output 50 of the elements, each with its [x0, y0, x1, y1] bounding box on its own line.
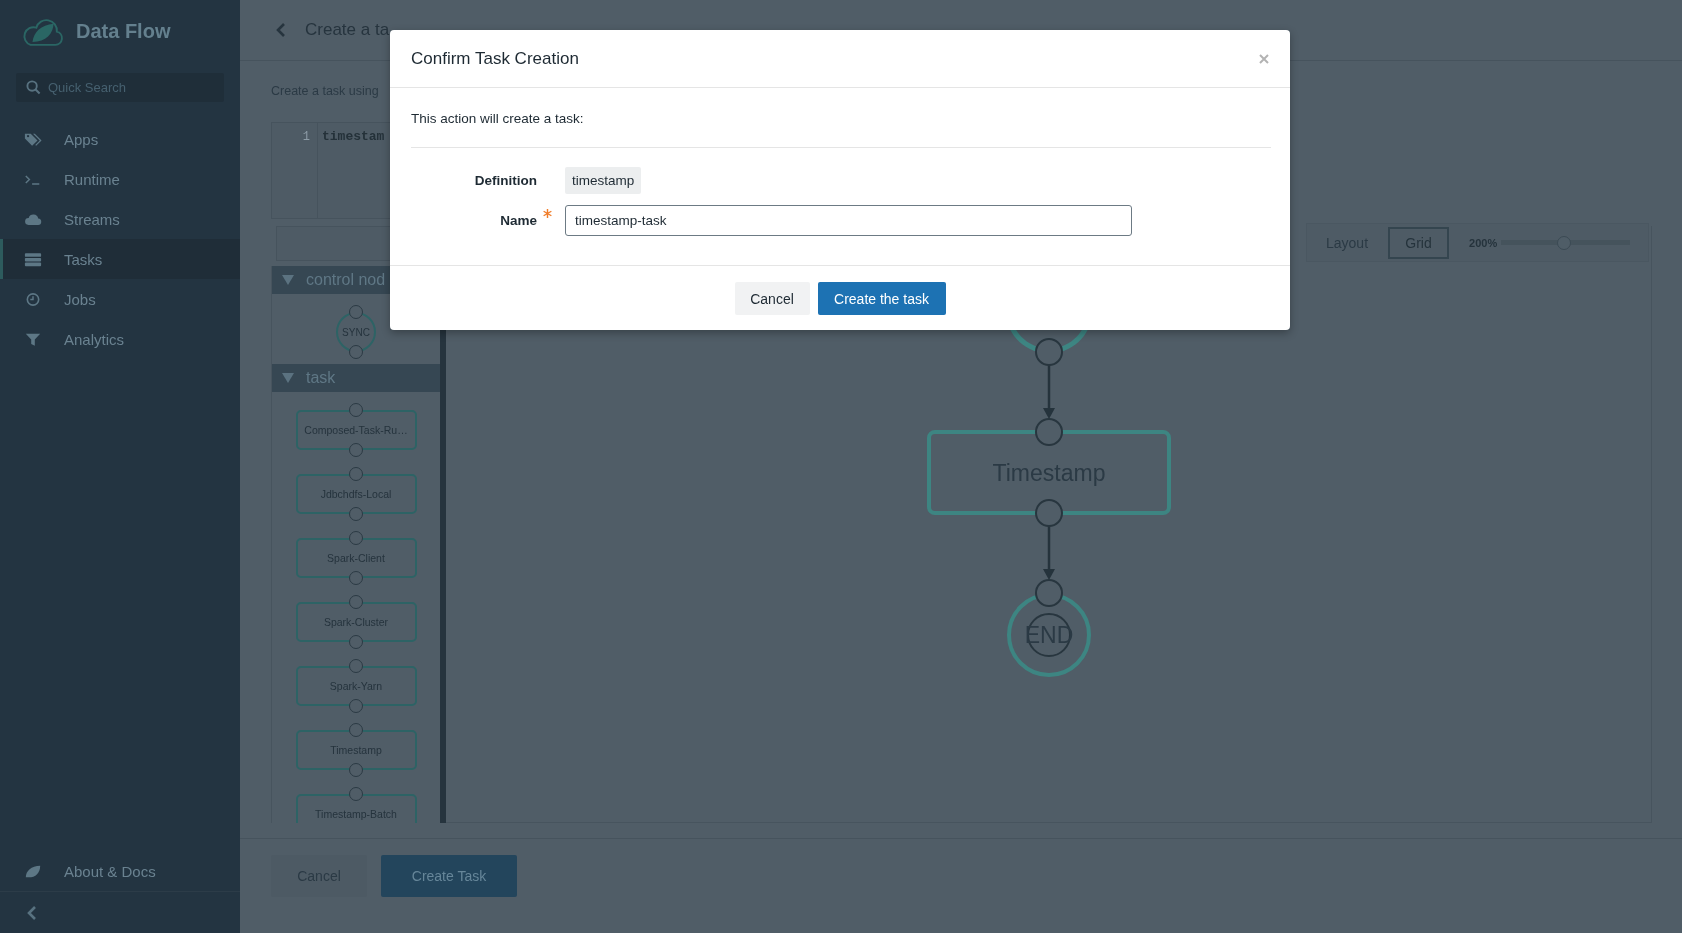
port-circle — [349, 571, 363, 585]
clock-icon — [24, 291, 42, 307]
port-circle — [349, 467, 363, 481]
port-circle — [349, 595, 363, 609]
field-label: Definition — [473, 173, 537, 188]
port-circle — [349, 507, 363, 521]
chevron-left-icon[interactable] — [26, 904, 38, 921]
search-icon — [26, 80, 41, 95]
port-circle — [1035, 338, 1063, 366]
create-button[interactable]: Create the task — [817, 282, 946, 315]
port-circle — [349, 635, 363, 649]
port-circle — [349, 699, 363, 713]
port-circle — [349, 443, 363, 457]
port-circle — [349, 531, 363, 545]
port-circle — [349, 763, 363, 777]
port-circle — [349, 659, 363, 673]
port-circle — [1035, 579, 1063, 607]
nav-item[interactable]: Apps — [0, 119, 240, 159]
brand-name: Data Flow — [76, 19, 171, 43]
port-circle — [1035, 499, 1063, 527]
create-task-button[interactable]: Create Task — [381, 855, 517, 897]
nav-item[interactable]: Tasks — [0, 239, 240, 279]
nav-item[interactable]: Runtime — [0, 159, 240, 199]
cancel-button[interactable]: Cancel — [734, 282, 810, 315]
nav-item[interactable]: Jobs — [0, 279, 240, 319]
port-circle — [349, 403, 363, 417]
name-field[interactable]: timestamp-task — [565, 205, 1132, 236]
nav-item[interactable]: About & Docs — [0, 852, 240, 892]
line-number: 1 — [302, 129, 310, 146]
task-node[interactable] — [927, 430, 1171, 515]
connector-arrow — [1043, 526, 1055, 580]
close-icon[interactable] — [1259, 53, 1269, 64]
port-circle — [349, 723, 363, 737]
leaf-icon — [24, 864, 42, 879]
connector-arrow — [1043, 365, 1055, 419]
tags-icon — [24, 131, 42, 147]
nav-item[interactable]: Analytics — [0, 319, 240, 359]
port-circle — [1035, 418, 1063, 446]
port-circle — [349, 305, 363, 319]
port-circle — [349, 345, 363, 359]
field-label: Name — [499, 213, 537, 228]
chevron-left-icon[interactable] — [276, 22, 286, 38]
server-icon — [24, 251, 42, 267]
definition-value: timestamp — [565, 167, 642, 194]
dialog-message: This action will create a task: — [411, 109, 1271, 148]
nav-item[interactable]: Streams — [0, 199, 240, 239]
dialog-title: Confirm Task Creation — [411, 48, 579, 69]
end-node[interactable] — [1007, 593, 1091, 677]
filter-icon — [24, 331, 42, 347]
port-circle — [349, 787, 363, 801]
